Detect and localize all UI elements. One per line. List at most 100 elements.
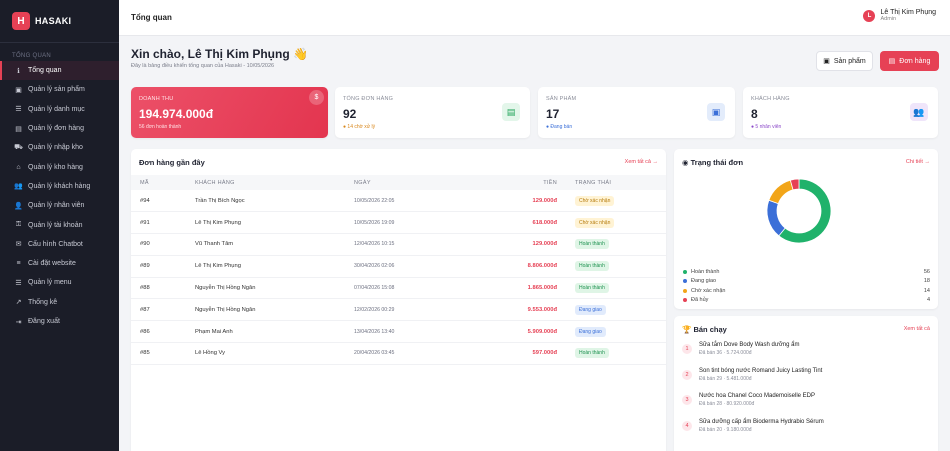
column-header[interactable]: MÃ: [131, 175, 195, 190]
product-info: Sữa dưỡng cấp ẩm Bioderma Hydrabio Sérum…: [699, 419, 824, 433]
stat-note: ● 5 nhân viên: [751, 124, 782, 130]
palette-icon: ◉: [682, 158, 689, 167]
products-button[interactable]: ▣ Sản phẩm: [816, 51, 873, 71]
sidebar-item-label: Quản lý nhân viên: [28, 202, 85, 210]
table-row[interactable]: #94 Trần Thị Bích Ngọc 10/05/2026 22:05 129…: [131, 190, 666, 213]
customer-name: Lê Hồng Vy: [195, 342, 354, 365]
customer-name: Phạm Mai Anh: [195, 320, 354, 344]
status-badge: Hoàn thành: [575, 283, 609, 294]
user-menu[interactable]: L Lê Thị Kim Phụng Admin: [863, 9, 936, 22]
table-row[interactable]: #91 Lê Thị Kim Phụng 10/05/2026 19:09 618.0…: [131, 211, 666, 235]
product-info: Nước hoa Chanel Coco Mademoiselle EDP Đã …: [699, 393, 815, 407]
legend-value: 14: [923, 287, 930, 294]
menu-icon: ☰: [15, 279, 22, 287]
product-sales: Đã bán 20 · 9.180.000đ: [699, 426, 752, 433]
sidebar-item-label: Quản lý sản phẩm: [28, 86, 85, 94]
order-amount: 129.000đ: [498, 233, 557, 256]
sidebar-item[interactable]: 👥 Quản lý khách hàng: [0, 177, 119, 196]
page-title: Xin chào, Lê Thị Kim Phụng 👋: [131, 47, 308, 61]
best-sellers-card: 🏆 Bán chạy Xem tất cả 1 Sữa tắm Dove Body…: [674, 316, 938, 451]
order-date: 12/02/2026 00:29: [354, 298, 498, 322]
order-amount: 8.806.000đ: [498, 255, 557, 278]
sidebar-item[interactable]: ▣ Quản lý sản phẩm: [0, 80, 119, 99]
order-id: #89: [131, 255, 195, 278]
donut-slice[interactable]: [768, 179, 794, 205]
legend-label: Đã hủy: [691, 297, 709, 304]
sidebar: H HASAKI TỔNG QUAN ℹ Tổng quan ▣ Quản lý sả…: [0, 0, 119, 451]
sidebar-item[interactable]: ≡ Cài đặt website: [0, 254, 119, 273]
receipt-icon: ▤: [502, 103, 520, 121]
stat-value: 194.974.000đ: [139, 107, 214, 121]
view-all-orders-link[interactable]: Xem tất cả →: [625, 159, 658, 165]
legend-item: Đã hủy 4: [683, 296, 930, 306]
list-item[interactable]: 3 Nước hoa Chanel Coco Mademoiselle EDP Đã…: [682, 393, 932, 419]
warehouse-icon: ⌂: [16, 163, 21, 171]
stat-value: 92: [343, 107, 357, 121]
list-icon: ☰: [15, 106, 22, 114]
customer-name: Trần Thị Bích Ngọc: [195, 190, 354, 213]
order-status-card: ◉ Trạng thái đơn Chi tiết → Hoàn thành 56…: [674, 149, 938, 309]
chat-icon: ✉: [15, 241, 22, 249]
list-item[interactable]: 2 Son tint bóng nước Romand Juicy Lasting…: [682, 368, 932, 394]
product-info: Sữa tắm Dove Body Wash dưỡng ẩm Đã bán 36…: [699, 342, 799, 356]
product-name: Sữa dưỡng cấp ẩm Bioderma Hydrabio Sérum: [699, 418, 824, 425]
sidebar-item[interactable]: 👤 Quản lý nhân viên: [0, 196, 119, 215]
sidebar-item-label: Quản lý tài khoản: [28, 221, 83, 229]
order-status-donut: [761, 173, 837, 249]
order-id: #90: [131, 233, 195, 256]
list-item[interactable]: 1 Sữa tắm Dove Body Wash dưỡng ẩm Đã bán 3…: [682, 342, 932, 368]
product-sales: Đã bán 29 · 5.481.000đ: [699, 375, 752, 382]
table-row[interactable]: #88 Nguyễn Thị Hồng Ngân 07/04/2026 15:08 1…: [131, 277, 666, 300]
order-status-cell: Hoàn thành: [557, 255, 666, 278]
sliders-icon: ≡: [16, 260, 21, 268]
table-row[interactable]: #85 Lê Hồng Vy 20/04/2026 03:45 597.000đ Hoà…: [131, 342, 666, 365]
stat-card-products: SẢN PHẨM 17 ● Đang bán ▣: [538, 87, 735, 138]
topbar: Tổng quan L Lê Thị Kim Phụng Admin: [119, 0, 950, 36]
sidebar-item[interactable]: ℹ Tổng quan: [0, 61, 119, 81]
money-icon: $: [309, 90, 324, 105]
table-row[interactable]: #87 Nguyễn Thị Hồng Ngân 12/02/2026 00:29 9…: [131, 298, 666, 322]
box-icon: ▣: [15, 86, 22, 94]
table-row[interactable]: #90 Vũ Thanh Tâm 12/04/2026 10:15 129.000đ H…: [131, 233, 666, 256]
sidebar-item[interactable]: ↗ Thống kê: [0, 293, 119, 312]
key-icon: ⚿: [15, 221, 22, 229]
stat-card-customers: KHÁCH HÀNG 8 ● 5 nhân viên 👥: [743, 87, 938, 138]
chart-line-icon: ↗: [15, 299, 22, 307]
view-all-best-sellers-link[interactable]: Xem tất cả: [904, 326, 930, 332]
sidebar-item[interactable]: ▤ Quản lý đơn hàng: [0, 119, 119, 138]
chart-legend: Hoàn thành 56 Đang giao 18 Chờ xác nhận 14 Đã …: [683, 267, 930, 305]
status-badge: Đang giao: [575, 326, 606, 337]
sidebar-item[interactable]: ☰ Quản lý menu: [0, 273, 119, 292]
user-name: Lê Thị Kim Phụng: [880, 9, 936, 16]
legend-label: Chờ xác nhận: [691, 287, 726, 294]
table-row[interactable]: #86 Phạm Mai Anh 13/04/2026 13:40 5.909.000…: [131, 320, 666, 344]
status-badge: Hoàn thành: [575, 239, 609, 250]
orders-button[interactable]: ▤ Đơn hàng: [880, 51, 939, 71]
sidebar-item[interactable]: ⚿ Quản lý tài khoản: [0, 215, 119, 234]
legend-value: 18: [923, 278, 930, 285]
list-item[interactable]: 4 Sữa dưỡng cấp ẩm Bioderma Hydrabio Séru…: [682, 419, 932, 445]
customer-name: Lê Thị Kim Phụng: [195, 255, 354, 278]
table-row[interactable]: #89 Lê Thị Kim Phụng 30/04/2026 02:06 8.806…: [131, 255, 666, 278]
column-header[interactable]: TRẠNG THÁI: [557, 175, 666, 190]
donut-slice[interactable]: [766, 199, 786, 237]
sidebar-item[interactable]: ✉ Cấu hình Chatbot: [0, 235, 119, 254]
order-status-detail-link[interactable]: Chi tiết →: [906, 159, 930, 165]
brand-name: HASAKI: [35, 16, 72, 26]
column-header[interactable]: KHÁCH HÀNG: [195, 175, 354, 190]
order-amount: 5.909.000đ: [498, 320, 557, 344]
legend-item: Hoàn thành 56: [683, 267, 930, 277]
customer-name: Vũ Thanh Tâm: [195, 233, 354, 256]
sidebar-item[interactable]: ⌂ Quản lý kho hàng: [0, 157, 119, 176]
legend-swatch: [683, 288, 687, 293]
sidebar-item[interactable]: ☰ Quản lý danh mục: [0, 100, 119, 119]
users-icon: 👥: [14, 183, 23, 191]
brand[interactable]: H HASAKI: [0, 0, 119, 42]
column-header[interactable]: TIỀN: [498, 175, 557, 190]
stat-label: KHÁCH HÀNG: [751, 96, 790, 102]
column-header[interactable]: NGÀY: [354, 175, 498, 190]
box-icon: ▣: [707, 103, 725, 121]
order-amount: 1.865.000đ: [498, 277, 557, 300]
sidebar-item[interactable]: ⇥ Đăng xuất: [0, 312, 119, 331]
sidebar-item[interactable]: ⛟ Quản lý nhập kho: [0, 138, 119, 157]
